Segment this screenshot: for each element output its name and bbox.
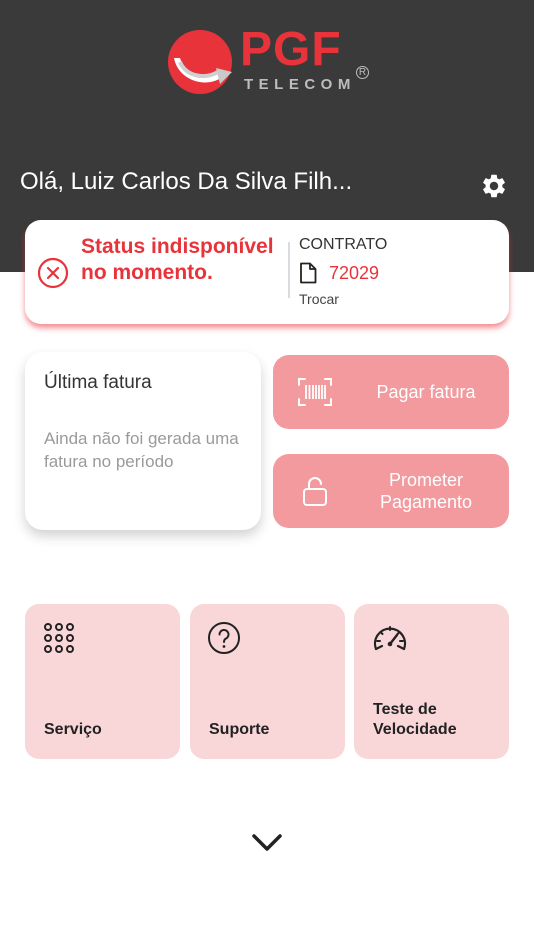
- chevron-down-icon[interactable]: [249, 830, 285, 856]
- tile-velocidade[interactable]: Teste de Velocidade: [354, 604, 509, 759]
- pay-invoice-label: Pagar fatura: [376, 382, 476, 402]
- promise-payment-button[interactable]: Prometer Pagamento: [273, 454, 509, 528]
- close-circle-icon: [37, 257, 69, 289]
- pgf-telecom-logo: PGF TELECOM R: [166, 26, 376, 98]
- logo-globe-icon: [168, 30, 232, 94]
- grid-dots-icon: [44, 623, 74, 653]
- settings-button[interactable]: [480, 172, 508, 200]
- last-invoice-card[interactable]: Última fatura Ainda não foi gerada uma f…: [25, 352, 261, 530]
- registered-mark: R: [356, 66, 369, 79]
- invoice-title: Última fatura: [44, 372, 152, 393]
- change-contract-link[interactable]: Trocar: [299, 291, 339, 307]
- help-circle-icon: [208, 622, 240, 654]
- tile-velocidade-label: Teste de Velocidade: [373, 701, 457, 738]
- barcode-icon: [298, 378, 332, 406]
- speedometer-icon: [373, 626, 407, 651]
- status-divider: [288, 242, 290, 298]
- document-icon: [300, 262, 317, 284]
- tile-servico[interactable]: Serviço: [25, 604, 180, 759]
- unlock-icon: [303, 477, 327, 506]
- contract-label: CONTRATO: [299, 236, 388, 253]
- gear-icon: [483, 174, 505, 198]
- pay-invoice-button[interactable]: Pagar fatura: [273, 355, 509, 429]
- status-message: Status indisponível no momento.: [81, 235, 274, 284]
- contract-number[interactable]: 72029: [329, 263, 379, 284]
- status-card: Status indisponível no momento. CONTRATO…: [25, 220, 509, 324]
- tile-suporte-label: Suporte: [209, 721, 270, 738]
- invoice-description: Ainda não foi gerada uma fatura no perío…: [44, 429, 239, 471]
- tile-servico-label: Serviço: [44, 721, 102, 738]
- promise-payment-label: Prometer Pagamento: [379, 470, 473, 512]
- brand-subtitle: TELECOM: [244, 76, 356, 93]
- brand-name: PGF: [240, 23, 342, 76]
- greeting-text: Olá, Luiz Carlos Da Silva Filh...: [20, 168, 353, 195]
- tile-suporte[interactable]: Suporte: [190, 604, 345, 759]
